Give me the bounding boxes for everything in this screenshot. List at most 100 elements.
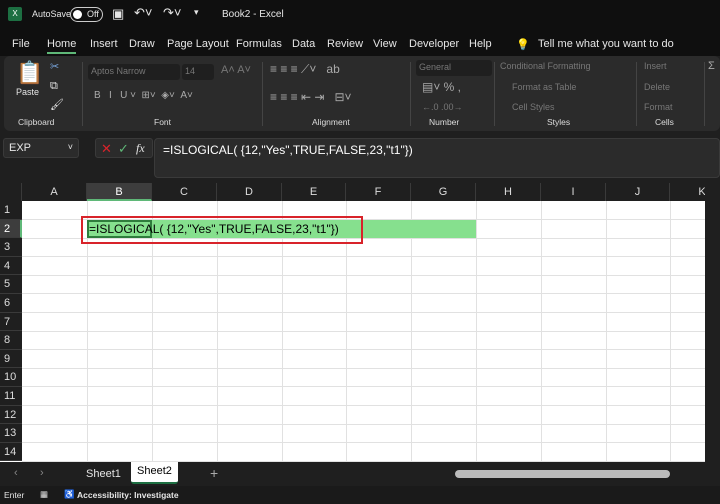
cut-icon[interactable]: ✂ — [50, 60, 59, 73]
grid-line — [22, 442, 705, 444]
group-clipboard: Clipboard — [18, 117, 55, 127]
excel-logo-icon: X — [8, 7, 22, 21]
sheet-tab-bar: ‹ › Sheet1 Sheet2 + — [0, 462, 720, 486]
cell-styles-button[interactable]: Cell Styles — [512, 102, 555, 112]
number-format-box[interactable]: General — [416, 60, 492, 76]
formula-input[interactable]: =ISLOGICAL( {12,"Yes",TRUE,FALSE,23,"t1"… — [154, 138, 720, 178]
tab-insert[interactable]: Insert — [90, 38, 118, 50]
column-header-g[interactable]: G — [411, 183, 476, 201]
tab-view[interactable]: View — [373, 38, 397, 50]
grid-line — [22, 349, 705, 351]
vertical-scrollbar[interactable] — [705, 183, 720, 462]
row-header-9[interactable]: 9 — [0, 349, 22, 369]
sheet-tab-sheet2[interactable]: Sheet2 — [131, 462, 178, 484]
font-size-box[interactable]: 14 — [182, 64, 214, 80]
sheet-tab-sheet1[interactable]: Sheet1 — [80, 465, 127, 483]
macro-recording-icon[interactable]: ▦ — [40, 489, 48, 500]
row-header-2[interactable]: 2 — [0, 219, 22, 239]
ribbon-tabs: File Home Insert Draw Page Layout Formul… — [0, 30, 720, 56]
accessibility-status[interactable]: Accessibility: Investigate — [77, 490, 179, 500]
column-header-c[interactable]: C — [152, 183, 217, 201]
align-icons[interactable]: ≡ ≡ ≡ ⟋˅ ab — [270, 62, 340, 77]
row-header-1[interactable]: 1 — [0, 201, 22, 220]
name-box[interactable]: EXP ˅ — [3, 138, 79, 158]
formula-buttons: ✕ ✓ fx — [95, 138, 153, 158]
accessibility-icon[interactable]: ♿ — [64, 489, 75, 500]
row-header-14[interactable]: 14 — [0, 442, 22, 462]
ribbon: 📋 Paste ✂ ⧉ 🖌 Clipboard Aptos Narrow 14 … — [4, 56, 720, 131]
row-header-3[interactable]: 3 — [0, 238, 22, 257]
column-header-k[interactable]: K — [670, 183, 705, 201]
tab-page-layout[interactable]: Page Layout — [167, 38, 229, 50]
grid-line — [22, 405, 705, 406]
column-header-a[interactable]: A — [22, 183, 87, 201]
undo-icon[interactable]: ↶˅ — [134, 5, 152, 21]
tab-draw[interactable]: Draw — [129, 38, 155, 50]
percent-icon[interactable]: ▤˅ % , — [422, 80, 461, 94]
tab-home[interactable]: Home — [47, 38, 77, 54]
row-header-13[interactable]: 13 — [0, 424, 22, 443]
row-header-10[interactable]: 10 — [0, 368, 22, 387]
column-header-d[interactable]: D — [217, 183, 282, 201]
autosave-toggle[interactable]: Off — [70, 7, 103, 22]
lightbulb-icon: 💡 — [516, 39, 530, 51]
insert-cells-button[interactable]: Insert — [644, 61, 667, 71]
formula-bar: EXP ˅ ✕ ✓ fx =ISLOGICAL( {12,"Yes",TRUE,F… — [0, 132, 720, 182]
customize-toolbar-icon[interactable]: ▾ — [194, 7, 199, 18]
select-all-button[interactable] — [0, 183, 22, 201]
tell-me-search[interactable]: Tell me what you want to do — [538, 38, 674, 50]
grow-font-icon[interactable]: A˄ A˅ — [221, 64, 251, 76]
copy-icon[interactable]: ⧉ — [50, 80, 58, 93]
tab-formulas[interactable]: Formulas — [236, 38, 282, 50]
format-cells-button[interactable]: Format — [644, 102, 673, 112]
row-header-8[interactable]: 8 — [0, 331, 22, 350]
name-box-value: EXP — [9, 142, 32, 154]
grid-line — [476, 201, 477, 462]
horizontal-scrollbar[interactable] — [455, 470, 670, 478]
prev-sheet-icon[interactable]: ‹ — [14, 467, 18, 479]
row-header-11[interactable]: 11 — [0, 387, 22, 406]
row-header-6[interactable]: 6 — [0, 294, 22, 313]
column-header-i[interactable]: I — [541, 183, 606, 201]
format-as-table-button[interactable]: Format as Table — [512, 82, 576, 92]
tab-data[interactable]: Data — [292, 38, 315, 50]
worksheet-grid[interactable]: =ISLOGICAL( {12,"Yes",TRUE,FALSE,23,"t1"… — [0, 183, 705, 462]
row-header-12[interactable]: 12 — [0, 405, 22, 425]
align-horizontal-icons[interactable]: ≡ ≡ ≡ ⇤ ⇥ ⊟˅ — [270, 90, 352, 104]
column-header-e[interactable]: E — [282, 183, 346, 201]
row-header-5[interactable]: 5 — [0, 275, 22, 294]
row-header-7[interactable]: 7 — [0, 312, 22, 332]
tab-review[interactable]: Review — [327, 38, 363, 50]
paste-button[interactable]: Paste — [16, 87, 39, 97]
next-sheet-icon[interactable]: › — [40, 467, 44, 479]
tab-file[interactable]: File — [12, 38, 30, 50]
delete-cells-button[interactable]: Delete — [644, 82, 670, 92]
annotation-highlight-box — [81, 216, 363, 244]
column-header-f[interactable]: F — [346, 183, 411, 201]
row-header-4[interactable]: 4 — [0, 256, 22, 276]
title-bar: X AutoSave Off ▣ ↶˅ ↷˅ ▾ Book2 - Excel — [0, 0, 720, 30]
tab-help[interactable]: Help — [469, 38, 492, 50]
group-alignment: Alignment — [312, 117, 350, 127]
column-header-h[interactable]: H — [476, 183, 541, 201]
insert-function-icon[interactable]: fx — [136, 141, 145, 156]
paste-icon[interactable]: 📋 — [16, 60, 43, 86]
autosum-icon[interactable]: Σ — [708, 60, 715, 72]
grid-line — [22, 274, 705, 276]
format-painter-icon[interactable]: 🖌 — [50, 98, 64, 111]
autosave-label: AutoSave — [32, 9, 72, 19]
redo-icon[interactable]: ↷˅ — [163, 5, 181, 21]
column-header-j[interactable]: J — [606, 183, 670, 201]
add-sheet-icon[interactable]: + — [210, 465, 218, 481]
decimal-icons[interactable]: ←.0 .00→ — [422, 102, 463, 112]
grid-line — [22, 312, 705, 313]
column-header-b[interactable]: B — [87, 183, 152, 201]
enter-check-icon[interactable]: ✓ — [118, 141, 129, 157]
cancel-icon[interactable]: ✕ — [101, 141, 112, 157]
grid-line — [22, 367, 705, 369]
tab-developer[interactable]: Developer — [409, 38, 459, 50]
font-name-box[interactable]: Aptos Narrow — [88, 64, 180, 80]
conditional-formatting-button[interactable]: Conditional Formatting — [500, 61, 591, 71]
save-icon[interactable]: ▣ — [112, 6, 124, 22]
bold-italic-underline-icons[interactable]: B I U ˅ ⊞˅ ◈˅ A˅ — [94, 90, 193, 101]
